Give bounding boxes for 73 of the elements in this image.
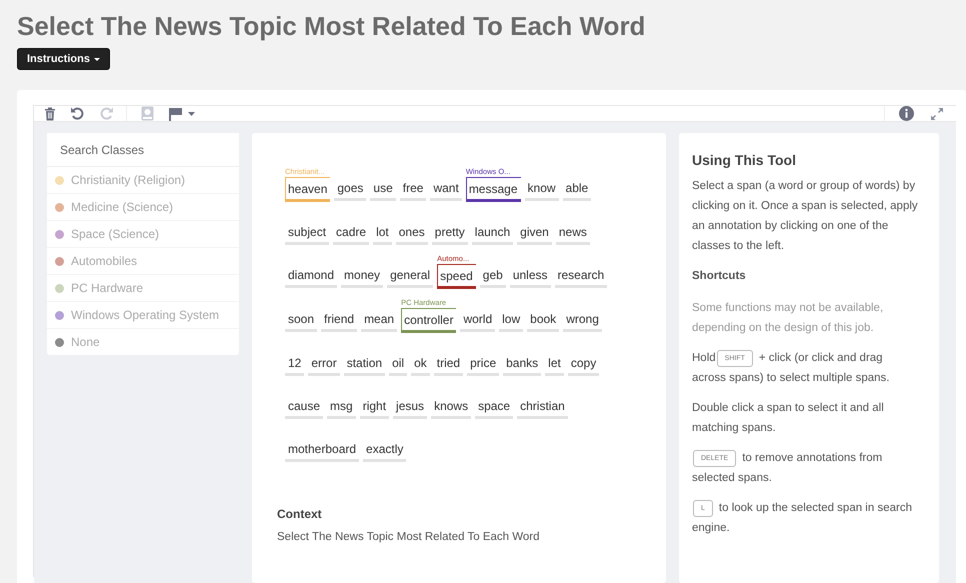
word-token[interactable]: friend — [321, 308, 358, 332]
word-token[interactable]: christian — [517, 395, 568, 419]
word-token[interactable]: research — [554, 264, 608, 288]
word-token[interactable]: 12 — [285, 352, 304, 376]
word-token[interactable]: ok — [411, 352, 430, 376]
word-token[interactable]: space — [475, 395, 514, 419]
help-text: Some functions may not be available, depending on the design of this job. — [692, 302, 884, 334]
word-token[interactable]: unless — [510, 264, 551, 288]
info-icon[interactable] — [899, 106, 914, 121]
context-text: Select The News Topic Most Related To Each Word — [277, 531, 541, 543]
word-token[interactable]: pretty — [432, 221, 468, 245]
word-token[interactable]: tried — [434, 352, 464, 376]
word-token[interactable]: want — [430, 177, 462, 201]
help-text: Double click a span to select it and all matching spans. — [692, 401, 885, 436]
word-token[interactable]: jesus — [393, 395, 428, 419]
help-text: Select a span (a word or group of words) by clicking on it. Once a span is selected, apply an annotation by clicking on one of the classes to the left. — [692, 179, 919, 254]
help-heading: Using This Tool — [692, 151, 797, 170]
word-token[interactable]: cadre — [333, 221, 370, 245]
word-token[interactable]: know — [524, 177, 559, 201]
word-token[interactable]: geb — [480, 264, 506, 288]
word-token[interactable]: oil — [389, 352, 408, 376]
word-token[interactable]: subject — [285, 221, 330, 245]
word-token[interactable]: speed — [437, 264, 476, 289]
help-text: selected spans. — [692, 471, 773, 486]
word-token[interactable]: soon — [285, 308, 318, 332]
help-text: + click (or click and drag — [758, 352, 883, 364]
context-heading: Context — [277, 507, 323, 521]
flag-icon[interactable] — [168, 106, 196, 120]
page-title: Select The News Topic Most Related To Each Word — [17, 10, 646, 42]
word-token[interactable]: use — [370, 177, 396, 201]
word-token[interactable]: heaven — [285, 177, 330, 202]
help-text: to remove annotations from — [742, 452, 882, 464]
word-token[interactable]: station — [344, 352, 386, 376]
word-token[interactable]: price — [467, 352, 500, 376]
trash-icon[interactable] — [44, 106, 56, 120]
word-token[interactable]: controller — [401, 308, 456, 333]
help-text: engine. — [692, 521, 731, 536]
word-token[interactable]: cause — [285, 395, 324, 419]
instructions-button[interactable]: Instructions — [17, 48, 110, 70]
word-token[interactable]: general — [387, 264, 434, 288]
word-token[interactable]: right — [360, 395, 390, 419]
word-token[interactable]: msg — [327, 395, 356, 419]
word-token[interactable]: money — [341, 264, 384, 288]
word-token[interactable]: knows — [431, 395, 472, 419]
word-token[interactable]: free — [400, 177, 426, 201]
word-token[interactable]: wrong — [563, 308, 602, 332]
word-token[interactable]: error — [308, 352, 340, 376]
word-token[interactable]: given — [517, 221, 552, 245]
shortcuts-heading: Shortcuts — [692, 269, 747, 284]
word-token[interactable]: diamond — [285, 264, 338, 288]
word-token[interactable]: launch — [472, 221, 514, 245]
word-token[interactable]: message — [466, 177, 521, 202]
word-token[interactable]: book — [527, 308, 560, 332]
word-token[interactable]: world — [460, 308, 496, 332]
word-token[interactable]: low — [499, 308, 524, 332]
word-token[interactable]: motherboard — [285, 438, 360, 462]
word-token[interactable]: let — [545, 352, 564, 376]
word-token[interactable]: lot — [373, 221, 392, 245]
help-text: to look up the selected span in search — [718, 502, 912, 514]
word-token[interactable]: mean — [361, 308, 398, 332]
word-token[interactable]: news — [556, 221, 590, 245]
word-token[interactable]: able — [562, 177, 592, 201]
help-text: Hold — [692, 352, 716, 364]
search-field[interactable]: Search Classes — [47, 133, 239, 167]
word-token[interactable]: goes — [334, 177, 366, 201]
word-token[interactable]: exactly — [363, 438, 406, 462]
word-token[interactable]: ones — [396, 221, 428, 245]
caret-icon — [94, 58, 100, 60]
word-token[interactable]: copy — [568, 352, 600, 376]
undo-icon[interactable] — [70, 106, 85, 121]
word-token[interactable]: banks — [503, 352, 542, 376]
help-text: across spans) to select multiple spans. — [692, 371, 891, 386]
expand-icon[interactable] — [930, 106, 944, 120]
